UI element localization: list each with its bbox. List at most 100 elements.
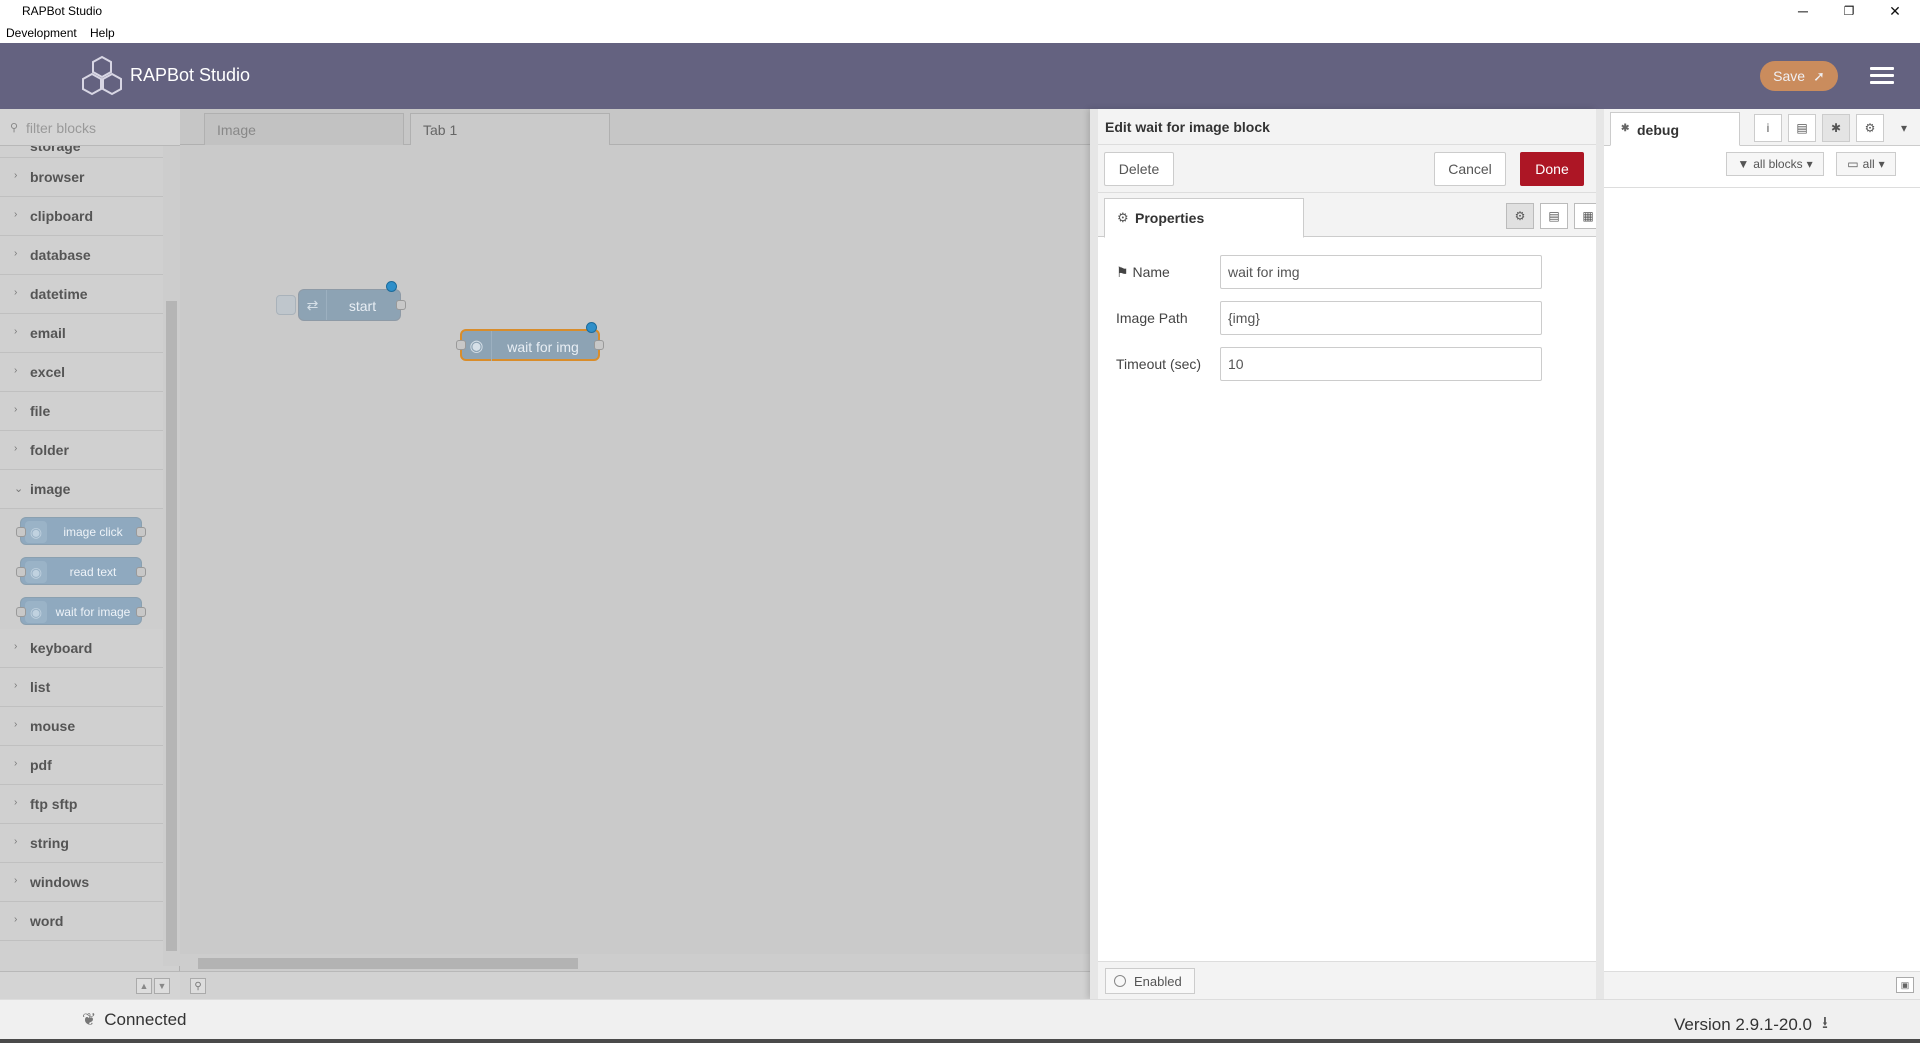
category-label: word (30, 913, 64, 929)
palette-filter[interactable]: ⚲ filter blocks (0, 109, 180, 146)
palette-category-datetime[interactable]: › datetime (0, 275, 163, 314)
timeout-field[interactable] (1220, 347, 1542, 381)
edit-tray-footer: Enabled (1098, 961, 1596, 999)
palette-category-keyboard[interactable]: › keyboard (0, 629, 163, 668)
chevron-down-icon: ⌄ (14, 483, 24, 495)
workspace-hscrollbar[interactable] (180, 954, 1090, 971)
palette-category-image[interactable]: ⌄ image (0, 470, 163, 509)
palette-category-database[interactable]: › database (0, 236, 163, 275)
window-title: RAPBot Studio (22, 4, 103, 18)
cancel-button[interactable]: Cancel (1434, 152, 1506, 186)
sidebar-tabs: ✱ debug i ▤ ✱ ⚙ ▾ (1604, 109, 1920, 146)
image-path-label: Image Path (1116, 310, 1188, 326)
palette-footer: ▲ ▼ (0, 971, 180, 999)
gear-icon[interactable]: ⚙ (1506, 203, 1534, 229)
shuffle-icon: ⇄ (299, 290, 327, 320)
palette-category-folder[interactable]: › folder (0, 431, 163, 470)
chevron-down-icon: ▾ (1806, 157, 1813, 171)
category-label: image (30, 481, 71, 497)
palette-category-storage[interactable]: storage (0, 146, 163, 158)
collapse-all-icon[interactable]: ▲ (136, 978, 152, 994)
expand-all-icon[interactable]: ▼ (154, 978, 170, 994)
image-path-field[interactable] (1220, 301, 1542, 335)
palette-category-excel[interactable]: › excel (0, 353, 163, 392)
chevron-right-icon: › (14, 326, 18, 337)
main-menu-button[interactable] (1870, 63, 1894, 89)
category-label: ftp sftp (30, 796, 78, 812)
palette-category-browser[interactable]: › browser (0, 158, 163, 197)
close-window-button[interactable]: ✕ (1872, 0, 1918, 22)
chevron-right-icon: › (14, 758, 18, 769)
properties-tabs: ⚙ Properties ⚙ ▤ ▦ (1098, 193, 1602, 238)
flow-node-wait-for-img[interactable]: ◉ wait for img (456, 329, 604, 361)
palette-category-email[interactable]: › email (0, 314, 163, 353)
palette-scroll-thumb[interactable] (166, 301, 177, 951)
tab-properties[interactable]: ⚙ Properties (1104, 198, 1304, 238)
restore-button[interactable]: ❐ (1826, 0, 1872, 22)
palette-category-windows[interactable]: › windows (0, 863, 163, 902)
chevron-right-icon: › (14, 365, 18, 376)
bug-icon[interactable]: ✱ (1822, 114, 1850, 142)
category-label: pdf (30, 757, 52, 773)
monitor-icon[interactable]: ▣ (1896, 977, 1914, 993)
palette-block-image-click[interactable]: ◉ image click (16, 517, 146, 545)
palette-category-word[interactable]: › word (0, 902, 163, 941)
palette-category-ftp-sftp[interactable]: › ftp sftp (0, 785, 163, 824)
tab-debug[interactable]: ✱ debug (1610, 112, 1740, 146)
filter-blocks-input[interactable]: filter blocks (26, 120, 96, 136)
document-icon[interactable]: ▤ (1540, 203, 1568, 229)
palette-block-read-text[interactable]: ◉ read text (16, 557, 146, 585)
chevron-right-icon: › (14, 836, 18, 847)
palette-category-string[interactable]: › string (0, 824, 163, 863)
filter-label: all blocks (1753, 157, 1803, 171)
block-label: wait for image (55, 605, 131, 619)
palette-category-mouse[interactable]: › mouse (0, 707, 163, 746)
edit-tray-header: Edit wait for image block (1098, 109, 1596, 145)
version-info: Version 2.9.1-20.0 ⭳ (1674, 1010, 1828, 1039)
tab-image[interactable]: Image (204, 113, 404, 145)
download-icon[interactable]: ⭳ (1822, 1010, 1828, 1039)
palette-category-file[interactable]: › file (0, 392, 163, 431)
chevron-right-icon: › (14, 641, 18, 652)
right-sidebar: ✱ debug i ▤ ✱ ⚙ ▾ ▼ all blocks ▾ ▭ all ▾… (1596, 109, 1920, 999)
name-field[interactable] (1220, 255, 1542, 289)
workspace-footer: ⚲ (180, 971, 1090, 999)
info-icon[interactable]: i (1754, 114, 1782, 142)
block-label: read text (69, 565, 117, 579)
chevron-right-icon: › (14, 719, 18, 730)
globe-icon: ◉ (25, 601, 47, 623)
palette-scrollbar[interactable] (163, 146, 180, 966)
done-button[interactable]: Done (1520, 152, 1584, 186)
search-icon: ⚲ (10, 122, 19, 134)
book-icon[interactable]: ▤ (1788, 114, 1816, 142)
chevron-down-icon: ▾ (1878, 157, 1885, 171)
chevron-right-icon: › (14, 797, 18, 808)
workspace-scroll-thumb[interactable] (198, 958, 578, 969)
palette-block-wait-for-image[interactable]: ◉ wait for image (16, 597, 146, 625)
filter-blocks-dropdown[interactable]: ▼ all blocks ▾ (1726, 152, 1824, 176)
tag-icon: ⚑ (1116, 264, 1133, 280)
flow-node-start[interactable]: ⇄ start (298, 289, 406, 321)
palette-category-clipboard[interactable]: › clipboard (0, 197, 163, 236)
minimize-button[interactable]: ─ (1780, 0, 1826, 22)
menu-development[interactable]: Development (6, 26, 77, 40)
enabled-toggle[interactable]: Enabled (1105, 968, 1195, 994)
flow-workspace[interactable]: Image Tab 1 ⇄ start ◉ wait for img ⚲ (180, 109, 1090, 999)
save-label: Save (1773, 68, 1806, 84)
menu-help[interactable]: Help (90, 26, 115, 40)
save-button[interactable]: Save ➚ (1760, 61, 1838, 91)
chevron-right-icon: › (14, 680, 18, 691)
window-titlebar: RAPBot Studio ─ ❐ ✕ (0, 0, 1920, 22)
image-blocks-list: ◉ image click ◉ read text ◉ wait for ima… (0, 509, 163, 629)
chevron-down-icon[interactable]: ▾ (1890, 114, 1918, 142)
palette-category-pdf[interactable]: › pdf (0, 746, 163, 785)
search-icon[interactable]: ⚲ (190, 978, 206, 994)
workspace-tabs: Image Tab 1 (180, 109, 1090, 145)
gear-icon[interactable]: ⚙ (1856, 114, 1884, 142)
menubar: Development Help (0, 22, 1920, 43)
tab-tab-1[interactable]: Tab 1 (410, 113, 610, 145)
palette-category-list[interactable]: › list (0, 668, 163, 707)
delete-button[interactable]: Delete (1104, 152, 1174, 186)
clear-debug-dropdown[interactable]: ▭ all ▾ (1836, 152, 1896, 176)
inject-trigger-button[interactable] (276, 295, 296, 315)
